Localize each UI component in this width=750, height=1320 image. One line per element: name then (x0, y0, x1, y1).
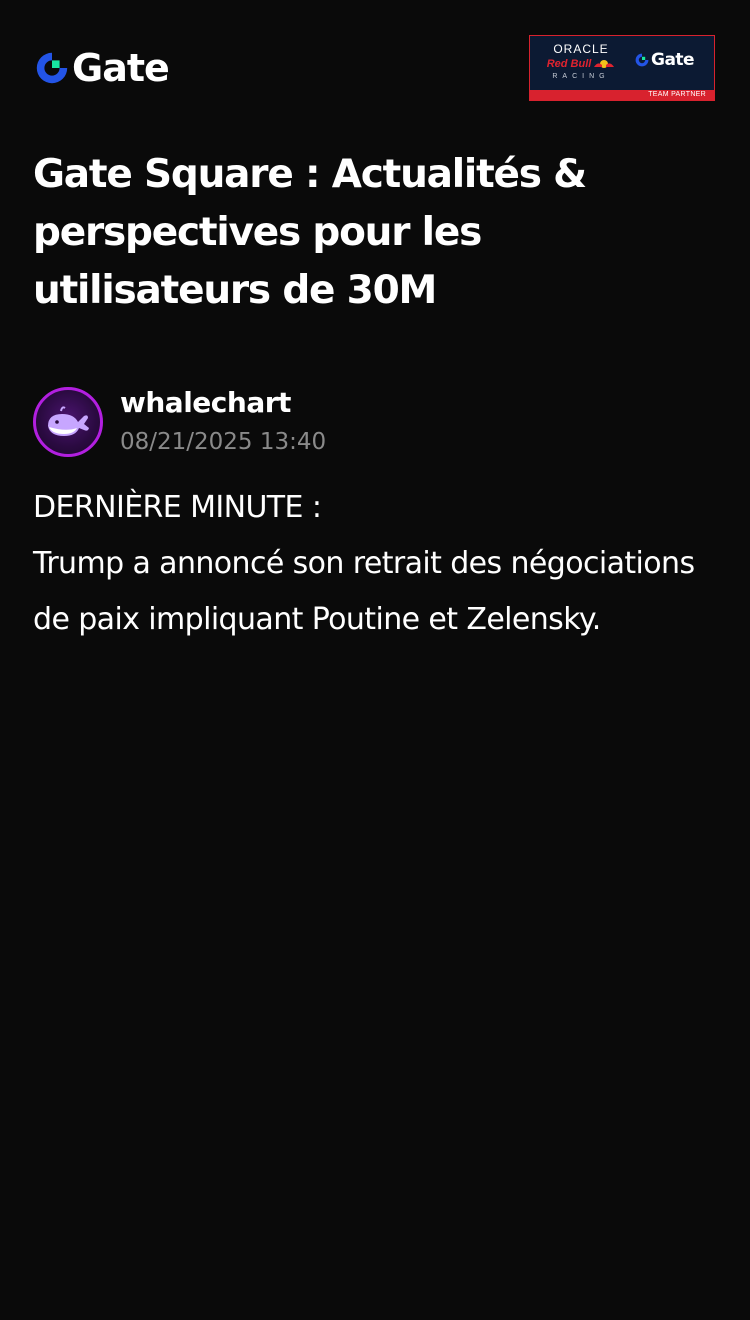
avatar[interactable] (33, 387, 103, 457)
top-bar: Gate ORACLE Red Bull RACING Gate TEAM PA… (0, 0, 750, 110)
bulls-icon (594, 60, 615, 68)
gate-logo[interactable]: Gate (33, 46, 170, 90)
author-meta: whalechart 08/21/2025 13:40 (120, 385, 326, 459)
whale-icon (48, 406, 89, 436)
author-name[interactable]: whalechart (120, 385, 326, 421)
page-title: Gate Square : Actualités & perspectives … (33, 152, 587, 313)
oracle-text: ORACLE (553, 42, 609, 56)
team-partner-badge: TEAM PARTNER (530, 90, 714, 100)
post-timestamp: 08/21/2025 13:40 (120, 429, 327, 455)
team-partner-banner: ORACLE Red Bull RACING Gate TEAM PARTNER (529, 35, 715, 101)
post-content: DERNIÈRE MINUTE : Trump a annoncé son re… (33, 480, 723, 648)
racing-text: RACING (552, 73, 610, 80)
post-paragraph: Trump a annoncé son retrait des négociat… (33, 546, 695, 637)
redbull-row: Red Bull (538, 56, 624, 72)
oracle-redbull-racing-logo: ORACLE Red Bull RACING (538, 42, 624, 86)
logo-text: Gate (72, 46, 170, 90)
partner-gate-logo: Gate (634, 50, 695, 70)
redbull-text: Red Bull (546, 58, 592, 70)
partner-gate-text: Gate (651, 50, 695, 70)
gate-logo-icon (635, 53, 649, 67)
post-author[interactable]: whalechart 08/21/2025 13:40 (33, 386, 326, 458)
gate-logo-icon (36, 52, 68, 84)
post-paragraph: DERNIÈRE MINUTE : (33, 490, 322, 525)
